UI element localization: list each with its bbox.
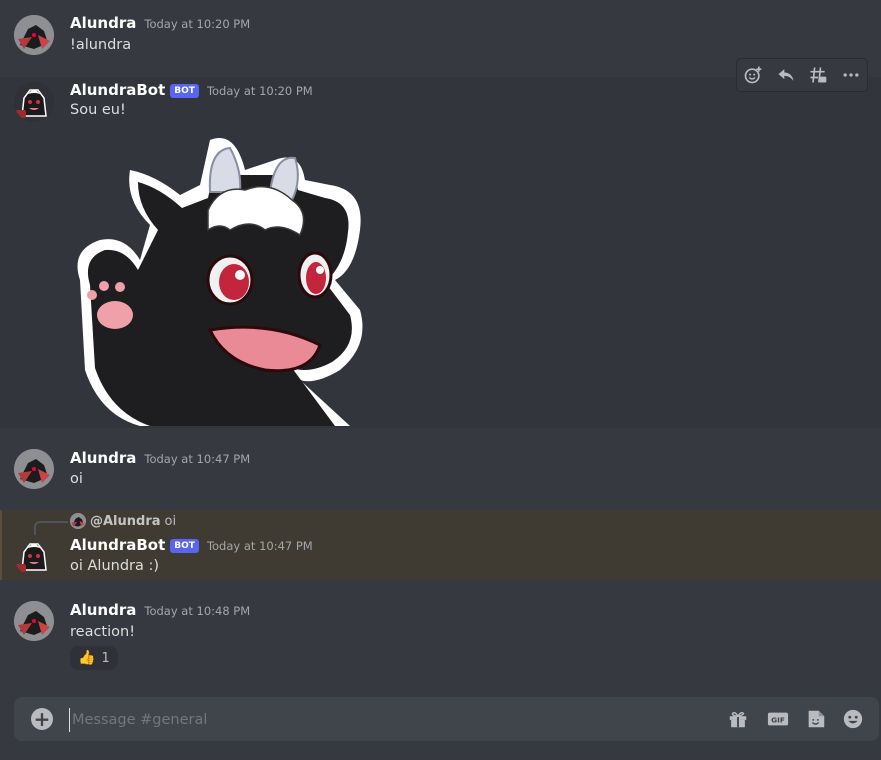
message-5[interactable]: Alundra Today at 10:48 PM reaction! bbox=[0, 592, 881, 682]
avatar[interactable] bbox=[14, 449, 54, 489]
svg-text:GIF: GIF bbox=[771, 716, 785, 725]
thumbs-up-icon: 👍 bbox=[78, 650, 96, 666]
timestamp: Today at 10:20 PM bbox=[144, 17, 251, 31]
timestamp: Today at 10:48 PM bbox=[144, 604, 251, 618]
emoji-icon[interactable] bbox=[841, 707, 865, 731]
reply-reference[interactable]: @Alundra oi bbox=[70, 513, 176, 529]
avatar[interactable] bbox=[14, 536, 54, 576]
username[interactable]: AlundraBot bbox=[70, 536, 165, 554]
message-text: oi Alundra :) bbox=[70, 558, 160, 574]
upload-plus-icon[interactable]: + bbox=[31, 708, 53, 730]
reply-text: oi bbox=[164, 513, 177, 529]
waving-dragon-sticker[interactable] bbox=[70, 130, 370, 426]
message-4[interactable]: AlundraBot BOT Today at 10:47 PM oi Alun… bbox=[0, 530, 881, 580]
avatar[interactable] bbox=[14, 601, 54, 641]
username[interactable]: Alundra bbox=[70, 449, 136, 467]
message-3[interactable]: Alundra Today at 10:47 PM oi bbox=[0, 440, 881, 505]
message-text: Sou eu! bbox=[70, 102, 126, 118]
reply-author[interactable]: @Alundra bbox=[90, 514, 161, 529]
avatar bbox=[70, 513, 86, 529]
bot-tag: BOT bbox=[170, 539, 199, 553]
timestamp: Today at 10:47 PM bbox=[144, 452, 251, 466]
username[interactable]: Alundra bbox=[70, 14, 136, 32]
reaction-thumbs-up[interactable]: 👍 1 bbox=[70, 646, 118, 670]
gift-icon[interactable] bbox=[726, 707, 750, 731]
message-text: oi bbox=[70, 471, 83, 487]
message-text: !alundra bbox=[70, 37, 132, 53]
avatar[interactable] bbox=[14, 82, 54, 122]
message-input[interactable] bbox=[69, 708, 674, 732]
message-text: reaction! bbox=[70, 624, 136, 640]
timestamp: Today at 10:20 PM bbox=[206, 84, 313, 98]
username[interactable]: AlundraBot bbox=[70, 81, 165, 99]
gif-icon[interactable]: GIF bbox=[766, 707, 790, 731]
username[interactable]: Alundra bbox=[70, 601, 136, 619]
reaction-count: 1 bbox=[101, 650, 110, 666]
sticker-icon[interactable] bbox=[804, 707, 828, 731]
avatar[interactable] bbox=[14, 15, 54, 55]
message-composer: + GIF bbox=[14, 697, 879, 741]
timestamp: Today at 10:47 PM bbox=[206, 539, 313, 553]
bot-tag: BOT bbox=[170, 84, 199, 98]
